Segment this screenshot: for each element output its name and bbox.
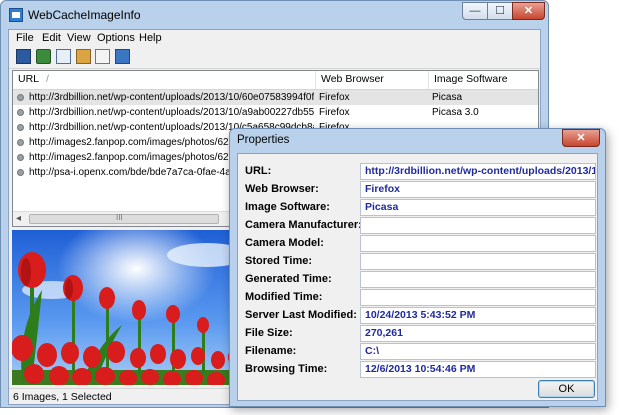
field-image-software[interactable]: Picasa — [360, 199, 596, 216]
column-url[interactable]: URL / — [13, 71, 316, 89]
list-item[interactable]: http://3rdbillion.net/wp-content/uploads… — [13, 105, 538, 120]
list-item[interactable]: http://3rdbillion.net/wp-content/uploads… — [13, 90, 538, 105]
label-image-software: Image Software: — [245, 201, 330, 213]
label-web-browser: Web Browser: — [245, 183, 319, 195]
image-status-icon — [17, 109, 24, 116]
window-title: WebCacheImageInfo — [28, 8, 141, 22]
row-browser: Firefox — [319, 92, 350, 103]
menu-bar: File Edit View Options Help — [9, 30, 540, 46]
label-file-size: File Size: — [245, 327, 293, 339]
maximize-button[interactable]: ☐ — [487, 2, 513, 20]
scroll-grip-icon: III — [116, 213, 123, 222]
report-icon[interactable] — [95, 49, 110, 64]
dialog-title: Properties — [237, 134, 290, 146]
label-generated-time: Generated Time: — [245, 273, 332, 285]
row-url: http://3rdbillion.net/wp-content/uploads… — [29, 107, 314, 118]
label-server-last-modified: Server Last Modified: — [245, 309, 357, 321]
image-status-icon — [17, 139, 24, 146]
sort-indicator-icon: / — [46, 73, 49, 85]
label-filename: Filename: — [245, 345, 297, 357]
save-icon[interactable] — [16, 49, 31, 64]
column-web-browser[interactable]: Web Browser — [316, 71, 429, 89]
field-camera-manufacturer[interactable] — [360, 217, 596, 234]
list-header: URL / Web Browser Image Software — [13, 71, 538, 90]
dialog-body: URL: http://3rdbillion.net/wp-content/up… — [237, 153, 598, 401]
field-url[interactable]: http://3rdbillion.net/wp-content/uploads… — [360, 163, 596, 180]
properties-dialog: Properties ✕ URL: http://3rdbillion.net/… — [229, 128, 606, 407]
label-camera-manufacturer: Camera Manufacturer: — [245, 219, 362, 231]
scrollbar-thumb[interactable]: III — [29, 213, 219, 224]
menu-help[interactable]: Help — [139, 32, 162, 44]
title-bar[interactable]: WebCacheImageInfo — ☐ ✕ — [1, 1, 548, 29]
label-modified-time: Modified Time: — [245, 291, 323, 303]
row-browser: Firefox — [319, 107, 350, 118]
image-status-icon — [17, 94, 24, 101]
field-generated-time[interactable] — [360, 271, 596, 288]
ok-button[interactable]: OK — [538, 380, 595, 398]
menu-edit[interactable]: Edit — [42, 32, 61, 44]
exit-icon[interactable] — [115, 49, 130, 64]
column-url-label: URL — [18, 73, 40, 85]
minimize-button[interactable]: — — [462, 2, 488, 20]
image-status-icon — [17, 124, 24, 131]
copy-icon[interactable] — [56, 49, 71, 64]
column-image-software[interactable]: Image Software — [429, 71, 538, 89]
field-server-last-modified[interactable]: 10/24/2013 5:43:52 PM — [360, 307, 596, 324]
menu-file[interactable]: File — [16, 32, 34, 44]
label-url: URL: — [245, 165, 272, 177]
field-file-size[interactable]: 270,261 — [360, 325, 596, 342]
field-camera-model[interactable] — [360, 235, 596, 252]
label-browsing-time: Browsing Time: — [245, 363, 328, 375]
field-stored-time[interactable] — [360, 253, 596, 270]
row-software: Picasa 3.0 — [432, 107, 479, 118]
field-modified-time[interactable] — [360, 289, 596, 306]
field-web-browser[interactable]: Firefox — [360, 181, 596, 198]
row-url: http://3rdbillion.net/wp-content/uploads… — [29, 92, 314, 103]
tulips-photo — [12, 230, 238, 385]
image-status-icon — [17, 154, 24, 161]
properties-icon[interactable] — [76, 49, 91, 64]
app-icon — [9, 8, 23, 22]
label-stored-time: Stored Time: — [245, 255, 313, 267]
dialog-close-button[interactable]: ✕ — [562, 129, 600, 147]
refresh-icon[interactable] — [36, 49, 51, 64]
field-filename[interactable]: C:\ — [360, 343, 596, 360]
menu-view[interactable]: View — [67, 32, 91, 44]
menu-options[interactable]: Options — [97, 32, 135, 44]
scroll-left-icon[interactable]: ◂ — [16, 212, 21, 226]
close-button[interactable]: ✕ — [512, 2, 545, 20]
toolbar — [9, 46, 540, 69]
image-status-icon — [17, 169, 24, 176]
label-camera-model: Camera Model: — [245, 237, 324, 249]
row-software: Picasa — [432, 92, 463, 103]
image-preview — [12, 230, 238, 385]
field-browsing-time[interactable]: 12/6/2013 10:54:46 PM — [360, 361, 596, 378]
